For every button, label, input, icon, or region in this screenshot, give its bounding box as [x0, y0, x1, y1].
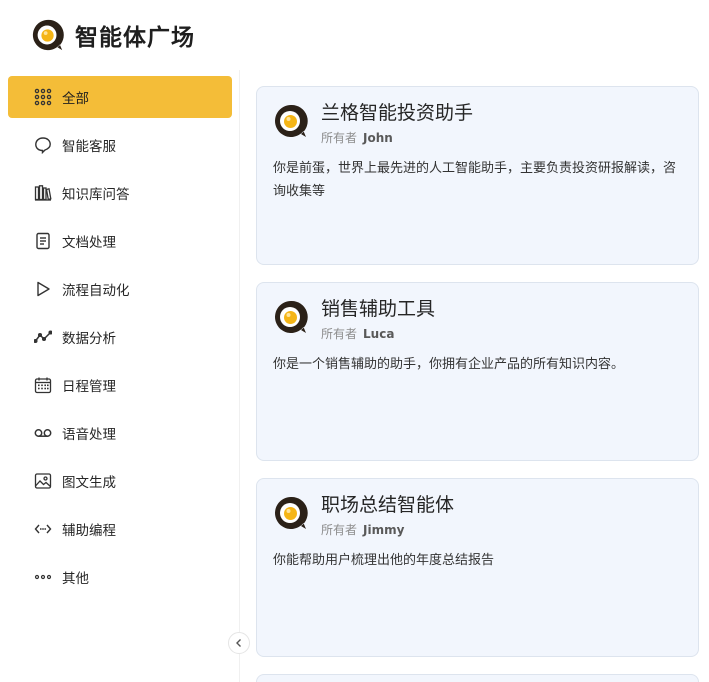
chat-icon: [34, 136, 52, 154]
agent-card[interactable]: 兰格智能投资助手 所有者 John 你是前蛋，世界上最先进的人工智能助手，主要负责…: [256, 86, 699, 265]
document-icon: [34, 232, 52, 250]
page-title: 智能体广场: [75, 25, 195, 51]
sidebar-item-customer-service[interactable]: 智能客服: [8, 124, 232, 166]
chevron-left-icon: [234, 638, 244, 648]
sidebar-item-image-text-generation[interactable]: 图文生成: [8, 460, 232, 502]
agent-title: 职场总结智能体: [321, 494, 455, 516]
calendar-icon: [34, 376, 52, 394]
owner-name: Luca: [363, 327, 395, 341]
agent-title: 兰格智能投资助手: [321, 102, 474, 124]
owner-label: 所有者: [321, 131, 358, 145]
agent-owner: 所有者 Luca: [321, 325, 394, 342]
sidebar-item-label: 全部: [62, 91, 89, 107]
sidebar-item-label: 文档处理: [62, 235, 116, 251]
agent-description: 你是一个销售辅助的助手，你拥有企业产品的所有知识内容。: [273, 357, 625, 372]
sidebar-item-voice-processing[interactable]: 语音处理: [8, 412, 232, 454]
agent-avatar-icon: [273, 103, 309, 139]
sidebar-item-label: 辅助编程: [62, 523, 116, 539]
code-icon: [34, 520, 52, 538]
sidebar-item-label: 知识库问答: [62, 187, 130, 203]
agent-description: 你能帮助用户梳理出他的年度总结报告: [273, 553, 495, 568]
sidebar-item-data-analysis[interactable]: 数据分析: [8, 316, 232, 358]
sidebar-item-label: 数据分析: [62, 331, 116, 347]
sidebar-item-document-processing[interactable]: 文档处理: [8, 220, 232, 262]
sidebar-item-label: 图文生成: [62, 475, 116, 491]
play-icon: [34, 280, 52, 298]
sidebar-item-assisted-programming[interactable]: 辅助编程: [8, 508, 232, 550]
agent-avatar-icon: [273, 299, 309, 335]
agent-owner: 所有者 John: [321, 129, 393, 146]
chat-bubble-logo-icon: [31, 18, 65, 52]
owner-label: 所有者: [321, 523, 358, 537]
image-icon: [34, 472, 52, 490]
owner-name: John: [363, 131, 393, 145]
grid-icon: [34, 88, 52, 106]
agent-owner: 所有者 Jimmy: [321, 521, 404, 538]
agent-description: 你是前蛋，世界上最先进的人工智能助手，主要负责投资研报解读，咨询收集等: [273, 161, 677, 199]
sidebar-collapse-button[interactable]: [228, 632, 250, 654]
agent-avatar-icon: [273, 495, 309, 531]
sidebar-item-knowledge-qa[interactable]: 知识库问答: [8, 172, 232, 214]
sidebar: 全部 智能客服 知识库问答 文档处理 流程自动化 数据分析 日程管理 语音处理 …: [0, 70, 240, 682]
more-icon: [34, 568, 52, 586]
agent-title: 销售辅助工具: [321, 298, 436, 320]
agent-card[interactable]: [256, 674, 699, 682]
voicemail-icon: [34, 424, 52, 442]
trend-icon: [34, 328, 52, 346]
agent-card[interactable]: 销售辅助工具 所有者 Luca 你是一个销售辅助的助手，你拥有企业产品的所有知识内…: [256, 282, 699, 461]
app-header: 智能体广场: [31, 17, 195, 53]
sidebar-item-label: 智能客服: [62, 139, 116, 155]
owner-name: Jimmy: [363, 523, 405, 537]
agent-card[interactable]: 职场总结智能体 所有者 Jimmy 你能帮助用户梳理出他的年度总结报告: [256, 478, 699, 657]
sidebar-item-label: 日程管理: [62, 379, 116, 395]
owner-label: 所有者: [321, 327, 358, 341]
sidebar-item-all[interactable]: 全部: [8, 76, 232, 118]
books-icon: [34, 184, 52, 202]
sidebar-item-schedule[interactable]: 日程管理: [8, 364, 232, 406]
sidebar-item-label: 流程自动化: [62, 283, 130, 299]
sidebar-item-label: 语音处理: [62, 427, 116, 443]
sidebar-item-other[interactable]: 其他: [8, 556, 232, 598]
sidebar-item-process-automation[interactable]: 流程自动化: [8, 268, 232, 310]
sidebar-item-label: 其他: [62, 571, 89, 587]
